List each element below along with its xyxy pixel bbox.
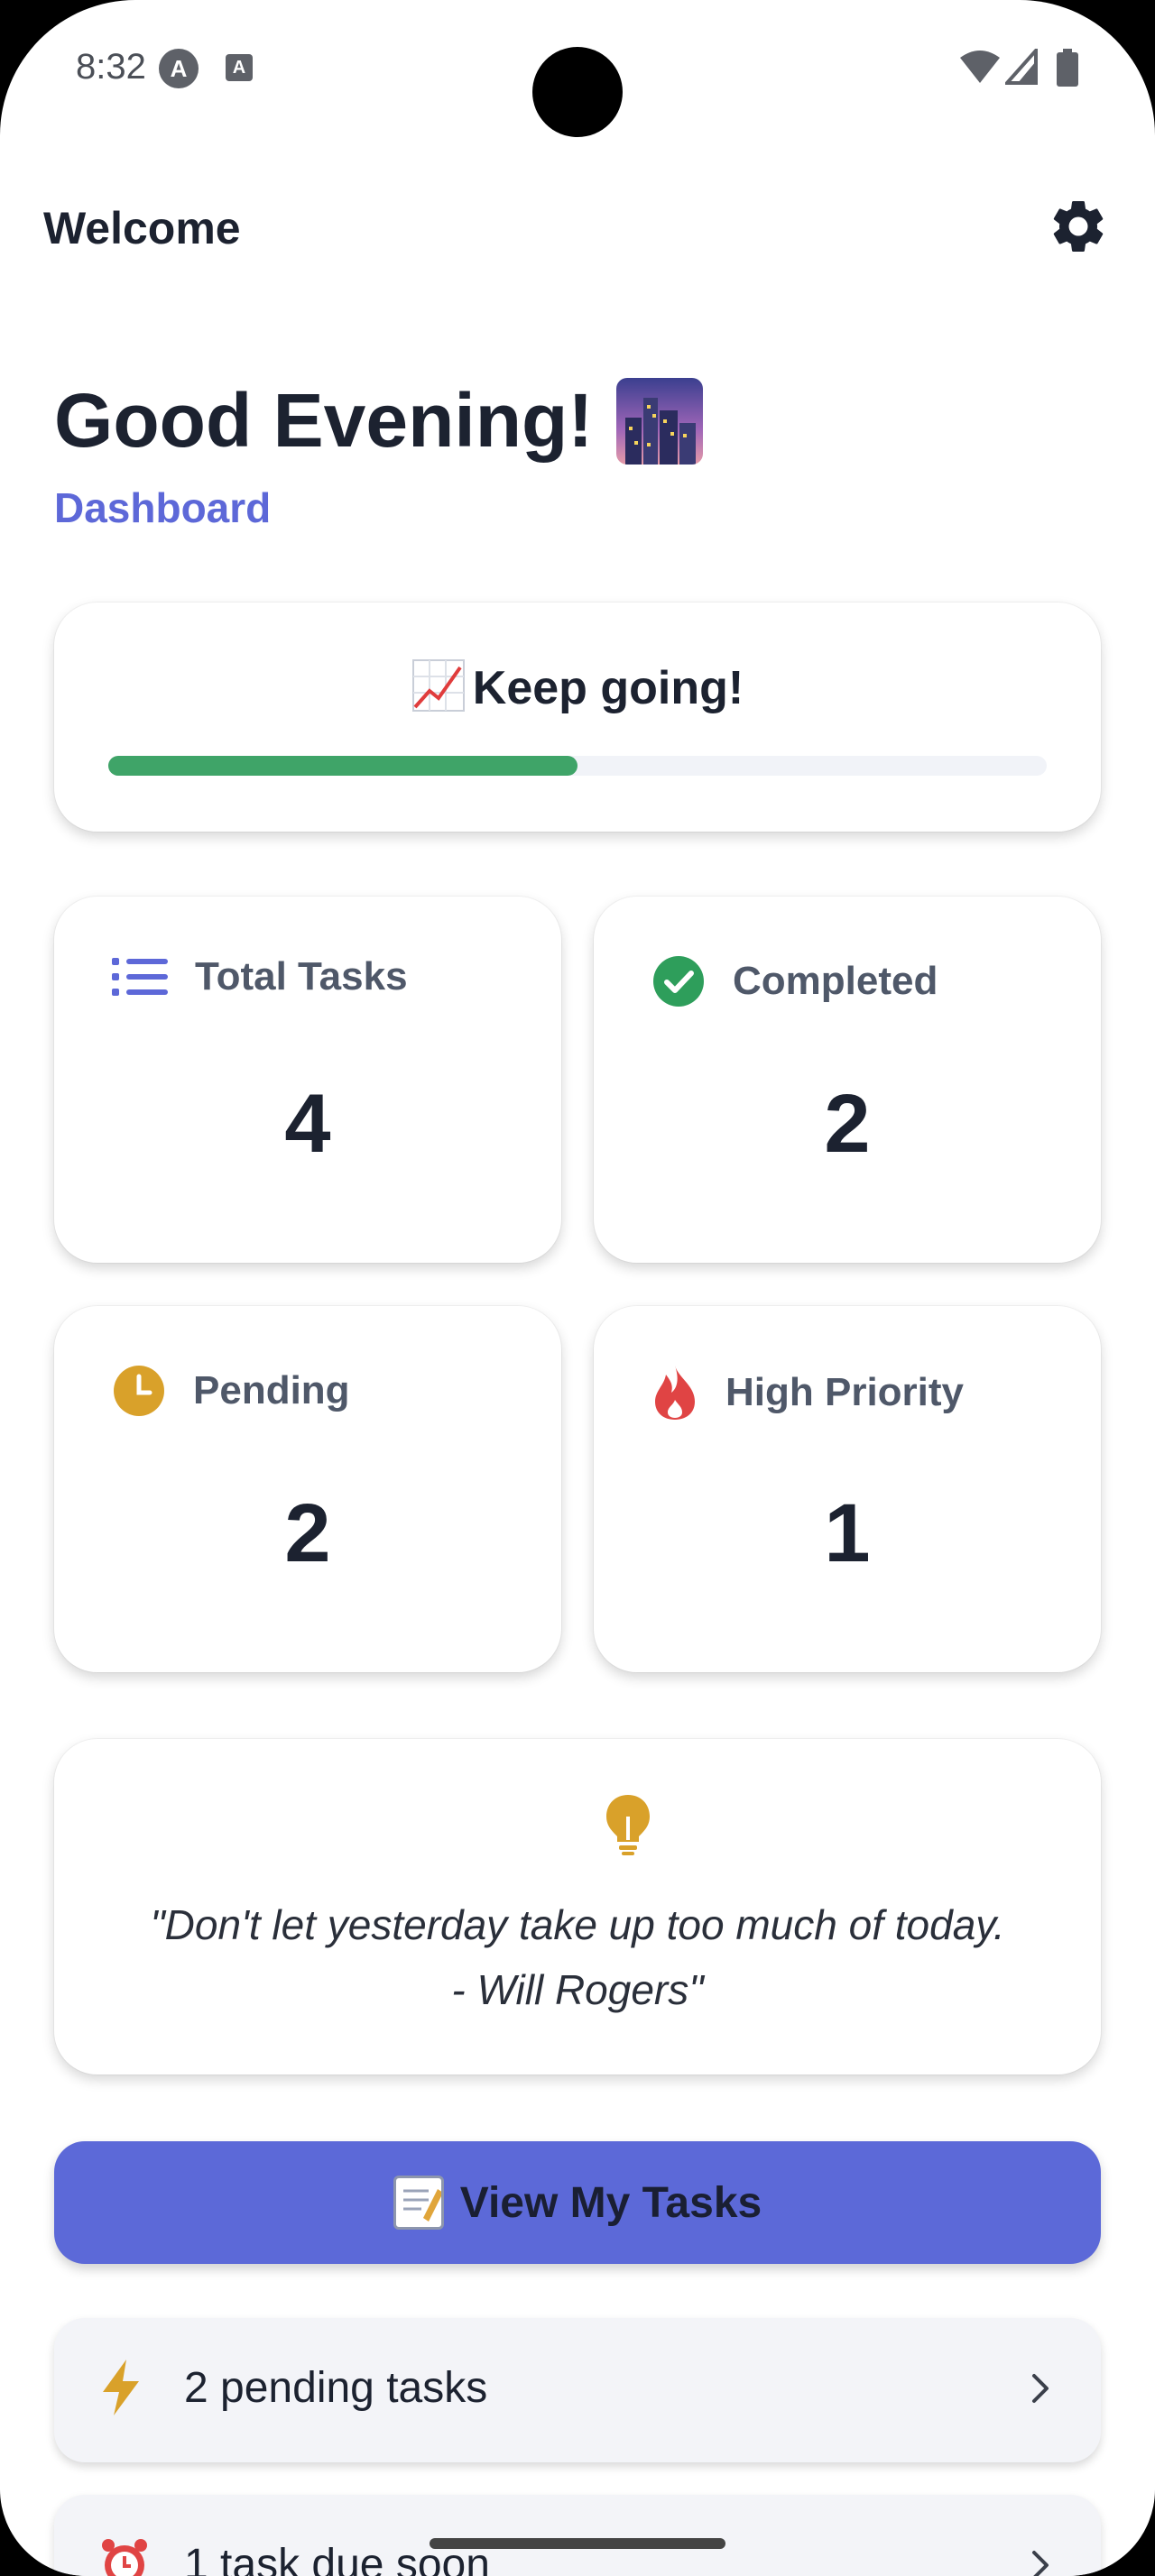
greeting-heading: Good Evening! [54,377,704,465]
camera-cutout [532,47,623,137]
status-time: 8:32 [76,47,146,87]
stat-label: Pending [193,1368,350,1412]
stat-label: Completed [733,959,938,1003]
dashboard-subtitle: Dashboard [54,484,272,531]
progress-fill [108,756,578,776]
stat-value: 2 [284,1487,331,1579]
app-notification-icon: A [159,49,199,88]
settings-gear-icon[interactable] [1047,195,1110,258]
signal-icon [1005,49,1038,85]
alarm-clock-icon [102,2539,147,2576]
home-indicator[interactable] [430,2538,725,2549]
pending-tasks-row[interactable]: 2 pending tasks [54,2318,1101,2462]
wifi-icon [960,51,1000,83]
progress-title: Keep going! [54,658,1101,715]
stat-value: 1 [824,1487,871,1579]
battery-icon [1057,49,1078,87]
chevron-right-icon [1032,2374,1049,2403]
quote-card: "Don't let yesterday take up too much of… [54,1739,1101,2075]
night-city-icon [616,377,704,465]
chart-increasing-icon [411,659,465,712]
due-soon-row[interactable]: 1 task due soon [54,2495,1101,2576]
progress-card: Keep going! [54,603,1101,832]
progress-title-text: Keep going! [472,662,744,714]
stat-card-high-priority: High Priority 1 [594,1306,1101,1672]
app-bar-title: Welcome [43,203,241,253]
clock-icon [114,1366,164,1416]
stat-card-completed: Completed 2 [594,897,1101,1263]
progress-track [108,756,1047,776]
check-circle-icon [653,956,704,1007]
quote-text: "Don't let yesterday take up too much of… [150,1901,1005,2013]
list-icon [112,958,168,996]
stat-value: 4 [284,1078,331,1170]
stat-value: 2 [824,1078,871,1170]
greeting-text: Good Evening! [54,378,594,463]
phone-screen: 8:32 A A Welcome Good Evening! Dashboard… [0,0,1155,2576]
keyboard-notification-icon: A [226,54,253,81]
chevron-right-icon [1032,2551,1049,2576]
stat-label: High Priority [725,1370,965,1414]
view-my-tasks-button[interactable]: View My Tasks [54,2141,1101,2264]
flame-icon [655,1366,695,1420]
lightbulb-icon [606,1795,650,1855]
pending-tasks-text: 2 pending tasks [184,2364,488,2412]
stat-label: Total Tasks [195,954,408,998]
stat-card-total: Total Tasks 4 [54,897,561,1263]
stat-card-pending: Pending 2 [54,1306,561,1672]
view-my-tasks-label: View My Tasks [459,2178,762,2227]
lightning-icon [103,2360,139,2415]
memo-icon [393,2176,444,2230]
